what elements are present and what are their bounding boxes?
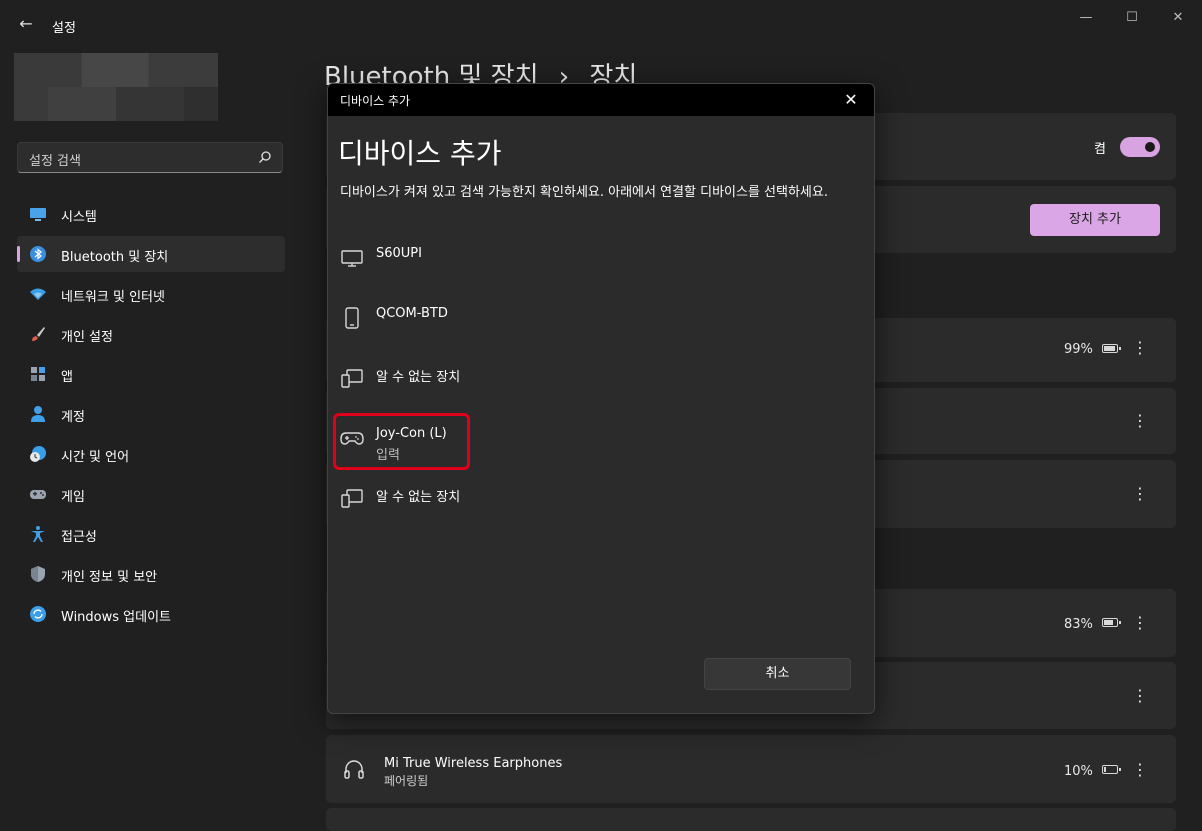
back-arrow-icon[interactable]: ←	[14, 12, 38, 36]
sidebar-item-network[interactable]: 네트워크 및 인터넷	[17, 276, 285, 312]
device-name: 알 수 없는 장치	[376, 370, 461, 385]
close-window-button[interactable]: ✕	[1155, 8, 1201, 28]
monitor-icon	[341, 250, 363, 267]
search-icon	[259, 151, 271, 163]
add-device-button[interactable]: 장치 추가	[1030, 204, 1160, 236]
dialog-heading: 디바이스 추가	[338, 137, 502, 170]
more-options-icon[interactable]: ⋮	[1132, 340, 1148, 356]
sidebar-item-label: 개인 설정	[61, 330, 113, 345]
battery-percent: 99%	[1064, 342, 1093, 357]
sidebar-item-accounts[interactable]: 계정	[17, 396, 285, 432]
sidebar-item-label: 앱	[61, 370, 73, 385]
devices-icon	[341, 489, 363, 508]
device-name: Mi True Wireless Earphones	[384, 756, 563, 771]
app-title: 설정	[52, 21, 76, 36]
device-name: 알 수 없는 장치	[376, 490, 461, 505]
sidebar-item-label: 접근성	[61, 530, 97, 545]
sidebar-item-apps[interactable]: 앱	[17, 356, 285, 392]
more-options-icon[interactable]: ⋮	[1132, 413, 1148, 429]
sidebar-item-bluetooth[interactable]: Bluetooth 및 장치	[17, 236, 285, 272]
dialog-title-bar: 디바이스 추가 ✕	[328, 84, 874, 116]
shield-icon	[31, 566, 45, 582]
sidebar-item-time-language[interactable]: 시간 및 언어	[17, 436, 285, 472]
device-item-qcom-btd[interactable]: QCOM-BTD	[328, 294, 874, 354]
sidebar-nav: 시스템 Bluetooth 및 장치 네트워크 및 인터넷 개인 설정 앱 계정…	[17, 196, 285, 636]
title-bar: ← 설정 — ☐ ✕	[0, 0, 1202, 48]
close-icon[interactable]: ✕	[842, 91, 860, 109]
globe-clock-icon	[30, 446, 46, 462]
settings-search-input[interactable]: 설정 검색	[17, 142, 283, 173]
highlight-box	[333, 413, 470, 470]
monitor-icon	[30, 208, 46, 221]
apps-icon	[31, 367, 45, 381]
more-options-icon[interactable]: ⋮	[1132, 688, 1148, 704]
battery-percent: 83%	[1064, 617, 1093, 632]
toggle-state-label: 켬	[1094, 142, 1106, 157]
bluetooth-icon	[30, 246, 46, 262]
sidebar-item-label: 시스템	[61, 210, 97, 225]
device-list: S60UPI QCOM-BTD 알 수 없는 장치 Joy-Con (L) 입력…	[328, 234, 874, 534]
more-options-icon[interactable]: ⋮	[1132, 615, 1148, 631]
dialog-description: 디바이스가 켜져 있고 검색 가능한지 확인하세요. 아래에서 연결할 디바이스…	[340, 185, 828, 200]
sidebar-item-label: 계정	[61, 410, 85, 425]
user-avatar	[14, 53, 218, 121]
sidebar-item-personalization[interactable]: 개인 설정	[17, 316, 285, 352]
device-item-unknown[interactable]: 알 수 없는 장치	[328, 354, 874, 414]
more-options-icon[interactable]: ⋮	[1132, 486, 1148, 502]
battery-percent: 10%	[1064, 764, 1093, 779]
sidebar-item-label: 네트워크 및 인터넷	[61, 290, 165, 305]
battery-icon	[1102, 344, 1121, 353]
person-icon	[31, 406, 45, 422]
device-item-unknown[interactable]: 알 수 없는 장치	[328, 474, 874, 534]
accessibility-icon	[31, 526, 45, 542]
headphones-icon	[344, 760, 364, 779]
device-item-s60upi[interactable]: S60UPI	[328, 234, 874, 294]
sidebar-item-privacy[interactable]: 개인 정보 및 보안	[17, 556, 285, 592]
cancel-button[interactable]: 취소	[704, 658, 851, 690]
battery-icon	[1102, 618, 1121, 627]
device-name: QCOM-BTD	[376, 306, 448, 321]
gamepad-icon	[30, 490, 46, 499]
sidebar-item-label: Windows 업데이트	[61, 610, 172, 625]
device-status: 페어링됨	[384, 774, 429, 788]
sidebar-item-label: 시간 및 언어	[61, 450, 130, 465]
maximize-button[interactable]: ☐	[1109, 8, 1155, 28]
update-icon	[30, 606, 46, 622]
search-placeholder: 설정 검색	[29, 154, 81, 169]
sidebar-item-label: 개인 정보 및 보안	[61, 570, 158, 585]
battery-icon	[1102, 765, 1121, 774]
phone-icon	[345, 307, 359, 329]
sidebar-item-windows-update[interactable]: Windows 업데이트	[17, 596, 285, 632]
sidebar-item-system[interactable]: 시스템	[17, 196, 285, 232]
minimize-button[interactable]: —	[1063, 8, 1109, 28]
devices-icon	[341, 369, 363, 388]
add-device-dialog: 디바이스 추가 ✕ 디바이스 추가 디바이스가 켜져 있고 검색 가능한지 확인…	[327, 83, 875, 714]
more-options-icon[interactable]: ⋮	[1132, 762, 1148, 778]
sidebar-item-gaming[interactable]: 게임	[17, 476, 285, 512]
bluetooth-toggle[interactable]	[1120, 137, 1160, 157]
dialog-title: 디바이스 추가	[340, 94, 411, 108]
wifi-icon	[30, 288, 46, 300]
sidebar-item-label: Bluetooth 및 장치	[61, 250, 169, 265]
sidebar-item-accessibility[interactable]: 접근성	[17, 516, 285, 552]
sidebar-item-label: 게임	[61, 490, 85, 505]
brush-icon	[32, 327, 45, 341]
device-name: S60UPI	[376, 246, 422, 261]
device-row[interactable]	[326, 808, 1176, 831]
